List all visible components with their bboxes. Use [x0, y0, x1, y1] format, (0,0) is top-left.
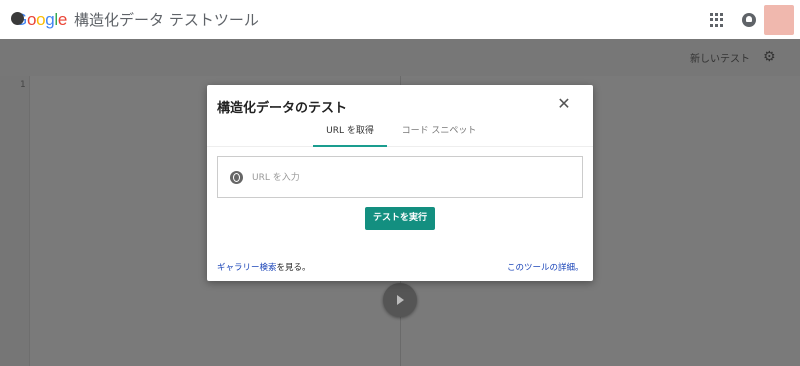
logo-letter-o2: o — [36, 9, 46, 29]
dialog-title: 構造化データのテスト — [217, 101, 348, 116]
run-fab-button[interactable] — [383, 283, 417, 317]
line-number: 1 — [20, 80, 26, 90]
globe-icon[interactable] — [11, 12, 24, 25]
logo-letter-o1: o — [26, 9, 37, 29]
tab-fetch-url[interactable]: URL を取得 — [313, 125, 387, 147]
app-bar: G o o g l e 構造化データ テストツール — [0, 0, 800, 39]
gallery-suffix: を見る。 — [276, 263, 311, 273]
test-dialog: 構造化データのテスト ✕ URL を取得 コード スニペット テストを実行 ギャ… — [207, 85, 593, 281]
globe-icon — [230, 171, 243, 184]
run-test-button[interactable]: テストを実行 — [365, 207, 435, 230]
apps-grid-icon[interactable] — [710, 13, 724, 27]
bell-icon[interactable] — [742, 13, 756, 27]
new-test-button[interactable]: 新しいテスト — [690, 50, 750, 65]
avatar[interactable] — [764, 5, 794, 35]
logo-letter-g2: g — [45, 9, 55, 29]
gallery-text: ギャラリー検索を見る。 — [217, 261, 311, 273]
dialog-tabs: URL を取得 コード スニペット — [207, 123, 593, 147]
gear-icon[interactable]: ⚙ — [763, 50, 777, 64]
tool-details-link[interactable]: このツールの詳細。 — [507, 261, 584, 273]
logo-letter-e: e — [57, 9, 68, 29]
url-field-container — [217, 156, 583, 198]
close-icon[interactable]: ✕ — [556, 96, 572, 112]
url-input[interactable] — [252, 169, 572, 187]
tab-code-snippet[interactable]: コード スニペット — [399, 125, 479, 147]
editor-gutter — [0, 76, 30, 366]
tool-toolbar — [0, 39, 800, 76]
gallery-search-link[interactable]: ギャラリー検索 — [217, 263, 277, 273]
app-title: 構造化データ テストツール — [74, 11, 259, 29]
appbar-actions — [710, 5, 794, 35]
